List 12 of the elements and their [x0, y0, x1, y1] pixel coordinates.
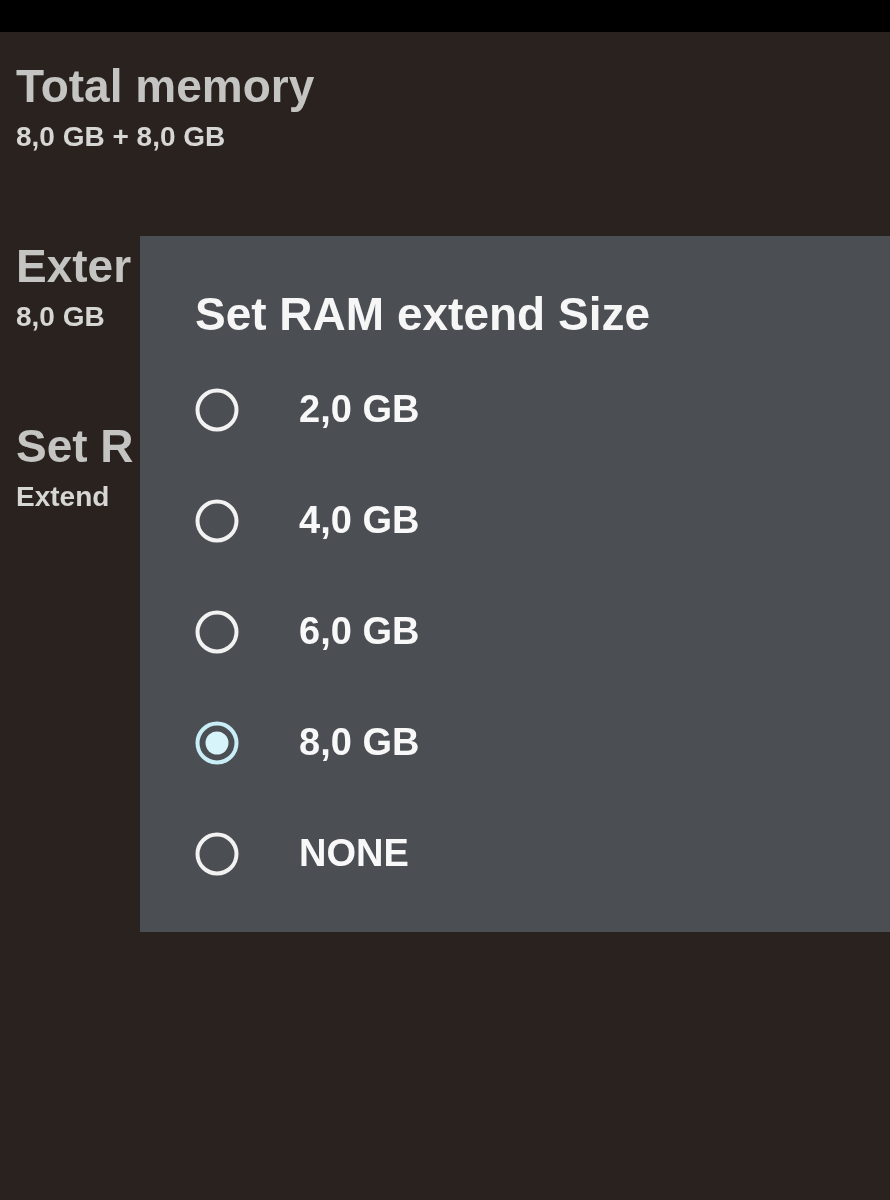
radio-option[interactable]: 6,0 GB: [195, 576, 420, 687]
radio-option[interactable]: 4,0 GB: [195, 465, 420, 576]
setting-summary: 8,0 GB: [16, 300, 105, 334]
setting-summary: 8,0 GB + 8,0 GB: [16, 120, 226, 154]
radio-option[interactable]: 8,0 GB: [195, 687, 420, 798]
radio-option[interactable]: 2,0 GB: [195, 354, 420, 465]
setting-title: Exter: [16, 239, 132, 294]
setting-title: Set R: [16, 419, 134, 474]
setting-title: Total memory: [16, 59, 315, 114]
radio-option[interactable]: NONE: [195, 798, 409, 909]
dialog-title: Set RAM extend Size: [195, 287, 650, 342]
setting-summary: Extend: [16, 480, 110, 514]
